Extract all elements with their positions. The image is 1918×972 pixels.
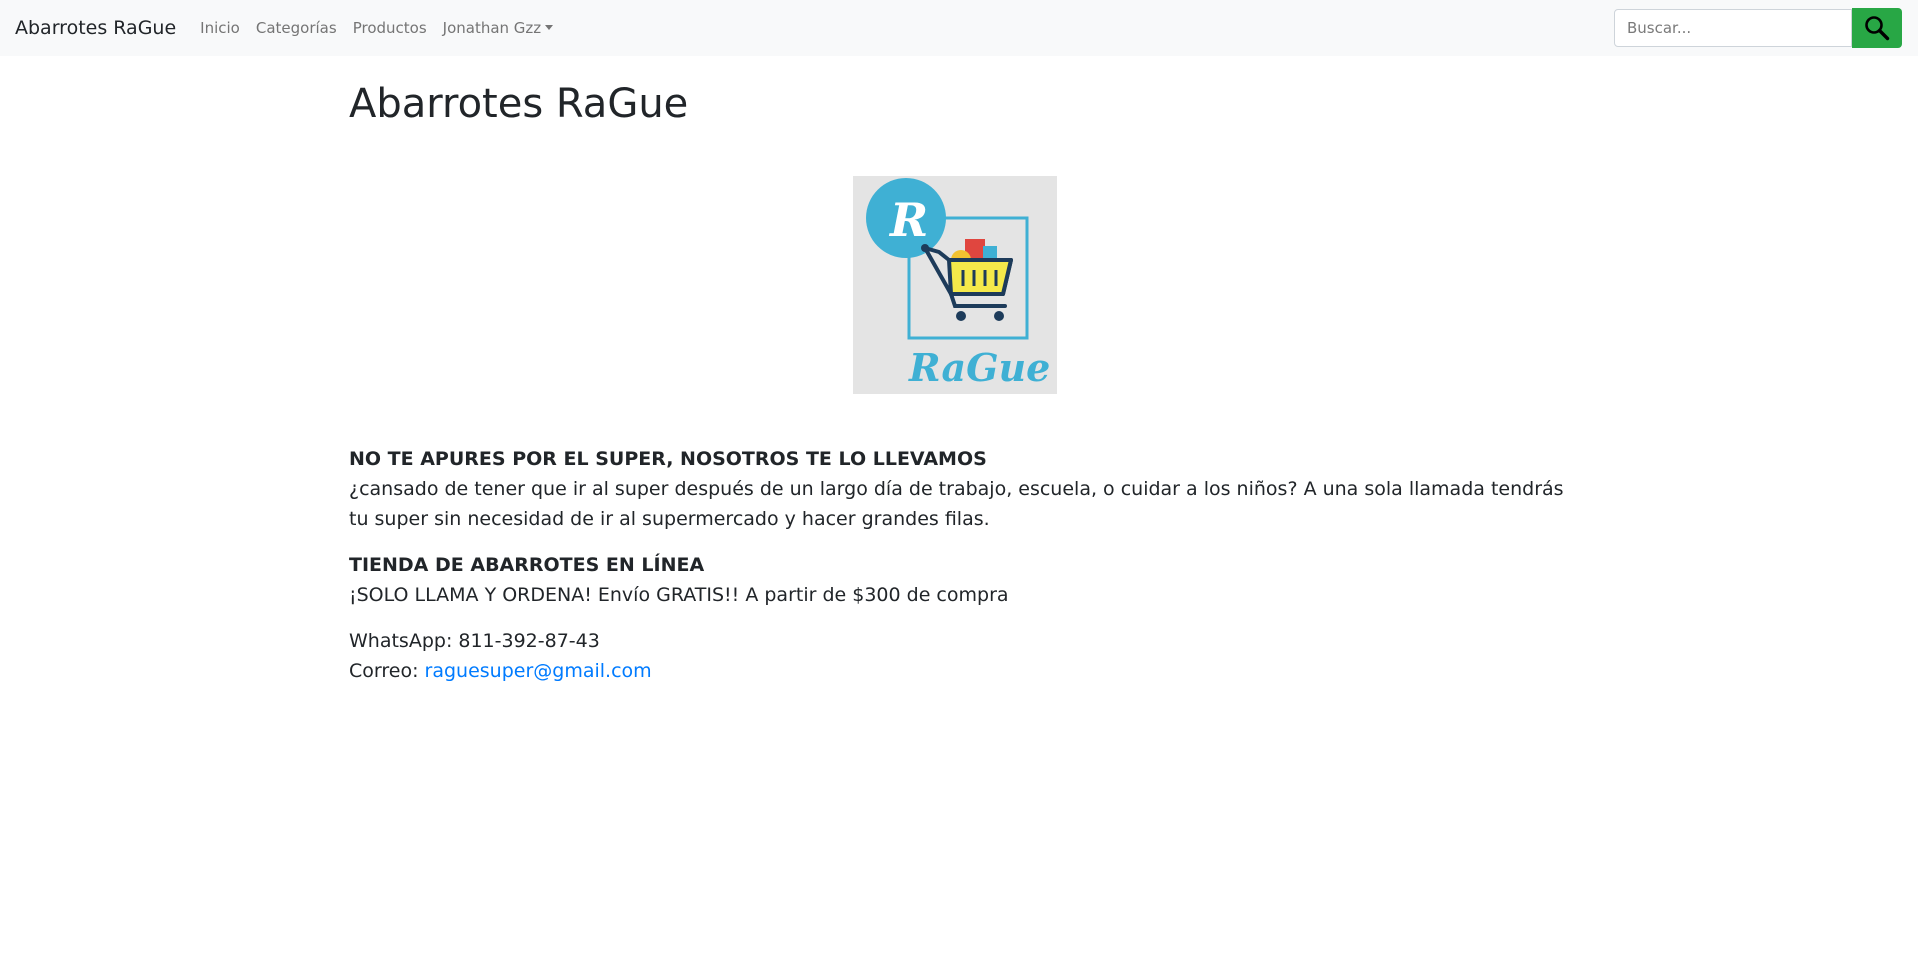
search-button[interactable] (1852, 8, 1902, 48)
search-icon (1865, 16, 1890, 41)
nav-link-productos[interactable]: Productos (353, 19, 427, 37)
logo-brand-text: RaGue (908, 345, 1050, 390)
store-heading: TIENDA DE ABARROTES EN LÍNEA (349, 554, 705, 576)
logo-letter: R (888, 193, 928, 247)
whatsapp-text: WhatsApp: 811-392-87-43 (349, 630, 600, 652)
search-form (1614, 8, 1902, 48)
store-text: ¡SOLO LLAMA Y ORDENA! Envío GRATIS!! A p… (349, 584, 1009, 606)
intro-text: ¿cansado de tener que ir al super despué… (349, 478, 1564, 530)
nav-link-categorias[interactable]: Categorías (256, 19, 337, 37)
email-link[interactable]: raguesuper@gmail.com (425, 660, 652, 682)
intro-heading: NO TE APURES POR EL SUPER, NOSOTROS TE L… (349, 448, 987, 470)
block-intro: NO TE APURES POR EL SUPER, NOSOTROS TE L… (349, 444, 1569, 534)
email-label: Correo: (349, 660, 425, 682)
block-store: TIENDA DE ABARROTES EN LÍNEA ¡SOLO LLAMA… (349, 550, 1569, 610)
main-content: Abarrotes RaGue R RaGue NO TE APURES POR… (349, 56, 1569, 702)
page-title: Abarrotes RaGue (349, 81, 689, 127)
nav-link-inicio[interactable]: Inicio (200, 19, 240, 37)
logo-image: R RaGue (853, 176, 1057, 394)
user-menu-dropdown[interactable]: Jonathan Gzz (443, 19, 554, 37)
info-section: NO TE APURES POR EL SUPER, NOSOTROS TE L… (349, 444, 1569, 686)
block-contact: WhatsApp: 811-392-87-43 Correo: raguesup… (349, 626, 1569, 686)
brand-link[interactable]: Abarrotes RaGue (15, 17, 176, 39)
store-logo: R RaGue (853, 176, 1057, 394)
search-input[interactable] (1614, 9, 1852, 47)
navbar: Abarrotes RaGue Inicio Categorías Produc… (0, 0, 1918, 56)
